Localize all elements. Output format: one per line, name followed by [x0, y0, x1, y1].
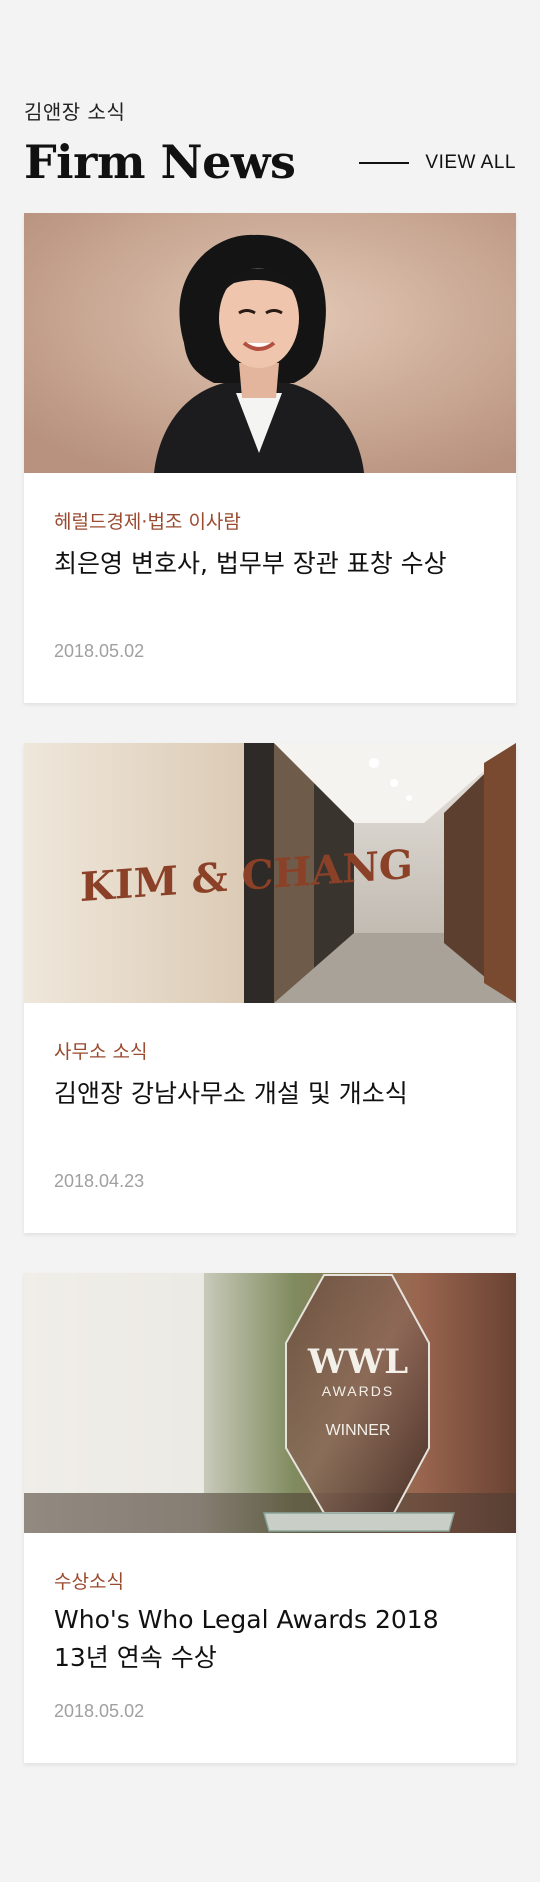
news-image-portrait	[24, 213, 516, 473]
news-headline[interactable]: 김앤장 강남사무소 개설 및 개소식	[54, 1075, 492, 1113]
news-card[interactable]: 헤럴드경제·법조 이사람 최은영 변호사, 법무부 장관 표창 수상 2018.…	[24, 213, 516, 703]
news-date: 2018.04.23	[54, 1171, 145, 1191]
view-all-label: VIEW ALL	[425, 152, 516, 173]
news-card[interactable]: KIM & CHANG 사무소 소식 김앤장 강남사무소 개설 및 개소식 20…	[24, 743, 516, 1233]
news-image-office: KIM & CHANG	[24, 743, 516, 1003]
news-headline[interactable]: Who's Who Legal Awards 2018 13년 연속 수상	[54, 1601, 492, 1677]
news-headline[interactable]: 최은영 변호사, 법무부 장관 표창 수상	[54, 545, 492, 583]
news-headline-line2: 13년 연속 수상	[54, 1643, 217, 1672]
view-all-link[interactable]: VIEW ALL	[359, 152, 516, 174]
news-card-body: 사무소 소식 김앤장 강남사무소 개설 및 개소식 2018.04.23	[24, 1003, 516, 1233]
news-category: 수상소식	[54, 1571, 124, 1593]
trophy-winner: WINNER	[326, 1422, 391, 1439]
view-all-line	[359, 162, 410, 164]
news-date: 2018.05.02	[54, 1701, 145, 1721]
title-row: Firm News VIEW ALL	[24, 132, 516, 192]
news-headline-line1: Who's Who Legal Awards 2018	[54, 1605, 439, 1634]
trophy-photo: WWL AWARDS WINNER	[24, 1273, 516, 1533]
news-card[interactable]: WWL AWARDS WINNER 수상소식 Who's Who Legal A…	[24, 1273, 516, 1763]
news-card-body: 헤럴드경제·법조 이사람 최은영 변호사, 법무부 장관 표창 수상 2018.…	[24, 473, 516, 703]
trophy-logo: WWL	[307, 1342, 408, 1382]
firm-news-header: 김앤장 소식 Firm News VIEW ALL	[24, 96, 516, 189]
news-image-trophy: WWL AWARDS WINNER	[24, 1273, 516, 1533]
office-photo: KIM & CHANG	[24, 743, 516, 1003]
news-date: 2018.05.02	[54, 641, 145, 661]
news-card-body: 수상소식 Who's Who Legal Awards 2018 13년 연속 …	[24, 1533, 516, 1763]
trophy-awards: AWARDS	[322, 1383, 394, 1399]
news-category: 사무소 소식	[54, 1041, 148, 1063]
section-eyebrow: 김앤장 소식	[24, 100, 126, 124]
news-category: 헤럴드경제·법조 이사람	[54, 511, 241, 533]
portrait-photo	[24, 213, 516, 473]
